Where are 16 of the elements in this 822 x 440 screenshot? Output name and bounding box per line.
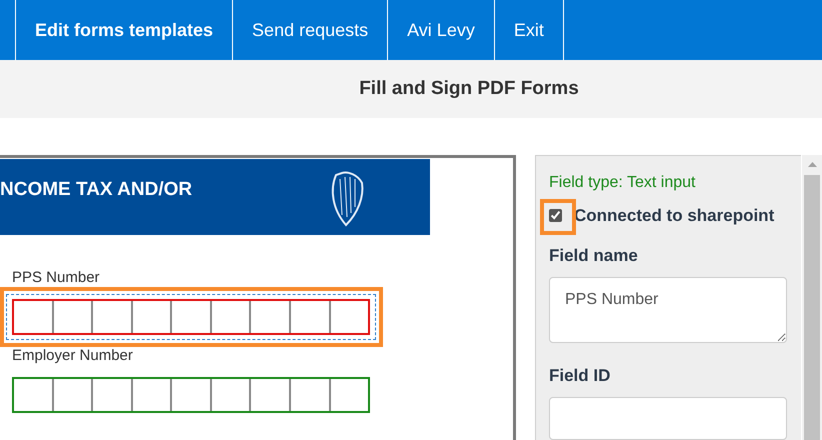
banner-title: NCOME TAX AND/OR <box>0 178 192 202</box>
field-label: PPS Number <box>12 269 100 287</box>
field-name-input[interactable]: PPS Number <box>549 277 787 343</box>
character-boxes-field[interactable] <box>12 377 370 413</box>
character-boxes-field[interactable] <box>12 299 370 335</box>
scrollbar[interactable] <box>802 155 822 440</box>
scroll-up-icon[interactable] <box>808 162 816 167</box>
field-label: Field ID <box>549 364 612 387</box>
field-label: Field name <box>549 244 639 266</box>
field-id-input[interactable] <box>549 397 787 440</box>
sharepoint-checkbox[interactable] <box>549 209 562 222</box>
scrollbar-thumb[interactable] <box>804 175 820 440</box>
checkbox-label: Connected to sharepoint <box>574 205 774 227</box>
field-label: Employer Number <box>12 347 133 365</box>
page-title: Fill and Sign PDF Forms <box>359 76 579 101</box>
field-type-text: Field type: Text input <box>549 173 696 193</box>
